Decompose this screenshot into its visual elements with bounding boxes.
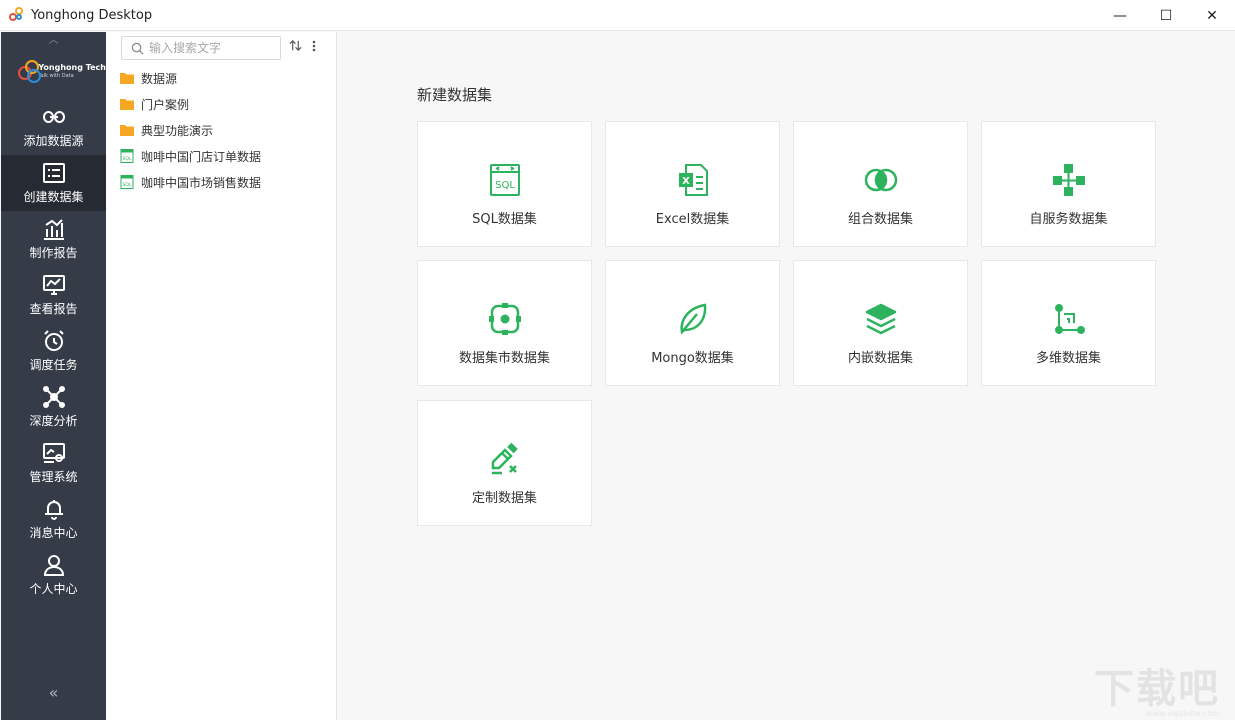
cube-axis-icon xyxy=(1054,304,1085,334)
nav-item-personal-center[interactable]: 个人中心 xyxy=(1,547,106,603)
svg-text:X: X xyxy=(682,176,690,187)
leaf-icon xyxy=(679,303,706,335)
datamart-icon xyxy=(488,303,521,335)
nav-label: 创建数据集 xyxy=(23,190,84,204)
svg-text:SQL: SQL xyxy=(123,182,132,188)
nav-item-view-report[interactable]: 查看报告 xyxy=(1,267,106,323)
card-label: 定制数据集 xyxy=(471,491,537,506)
dataset-tree-panel: 数据源 门户案例 典型功能演示 SQL 咖啡中国门店订单数据 SQL 咖啡中国市… xyxy=(106,32,337,720)
main-sidebar: ︿ Yonghong Tech Talk with Data 添加数据源 创建数… xyxy=(1,32,106,720)
card-sql-dataset[interactable]: SQL SQL数据集 xyxy=(417,121,592,247)
watermark: 下载吧 xyxy=(1094,666,1220,712)
tree-item-folder[interactable]: 典型功能演示 xyxy=(120,117,261,143)
user-icon xyxy=(43,555,64,576)
folder-icon xyxy=(120,73,134,84)
card-label: 多维数据集 xyxy=(1035,351,1101,366)
nav-label: 查看报告 xyxy=(29,302,78,316)
tree-item-folder[interactable]: 门户案例 xyxy=(120,91,261,117)
main-content: 新建数据集 SQL SQL数据集 X Excel数据集 组合数据集 自服务数据集… xyxy=(337,32,1234,720)
watermark-url: www.xiazaiba.com xyxy=(1145,709,1220,718)
folder-icon xyxy=(120,99,134,110)
brand-logo: Yonghong Tech Talk with Data xyxy=(1,44,106,99)
close-button[interactable]: ✕ xyxy=(1189,0,1235,31)
nav-label: 个人中心 xyxy=(29,582,78,596)
page-title: 新建数据集 xyxy=(417,86,493,104)
title-bar: Yonghong Desktop — ☐ ✕ xyxy=(0,0,1235,31)
nav-label: 调度任务 xyxy=(29,358,78,372)
tree-item-dataset[interactable]: SQL 咖啡中国市场销售数据 xyxy=(120,169,261,195)
tree-item-label: 门户案例 xyxy=(141,97,190,112)
layers-icon xyxy=(865,303,896,335)
card-label: SQL数据集 xyxy=(472,212,537,227)
combine-icon xyxy=(864,168,897,192)
dataset-icon xyxy=(42,163,65,183)
flow-icon xyxy=(1052,164,1085,196)
nav-item-deep-analysis[interactable]: 深度分析 xyxy=(1,379,106,435)
nav-label: 深度分析 xyxy=(29,414,78,428)
tree-item-label: 咖啡中国门店订单数据 xyxy=(141,149,262,164)
svg-text:SQL: SQL xyxy=(123,156,132,162)
card-custom-dataset[interactable]: 定制数据集 xyxy=(417,400,592,526)
custom-edit-icon xyxy=(491,442,518,475)
nav-item-admin-system[interactable]: 管理系统 xyxy=(1,435,106,491)
nav-item-schedule-tasks[interactable]: 调度任务 xyxy=(1,323,106,379)
card-multidimensional-dataset[interactable]: 多维数据集 xyxy=(981,260,1156,386)
nav-label: 制作报告 xyxy=(29,246,78,260)
tree-item-label: 咖啡中国市场销售数据 xyxy=(141,175,262,190)
nav-label: 管理系统 xyxy=(29,470,78,484)
svg-text:SQL: SQL xyxy=(495,180,515,191)
monitor-chart-icon xyxy=(42,275,65,295)
collapse-sidebar-button[interactable]: « xyxy=(1,683,106,702)
bar-chart-icon xyxy=(43,219,64,240)
card-label: 自服务数据集 xyxy=(1029,212,1108,227)
search-input[interactable] xyxy=(149,41,269,55)
yonghong-logo-icon xyxy=(18,59,41,84)
card-combined-dataset[interactable]: 组合数据集 xyxy=(793,121,968,247)
logo-name: Yonghong Tech xyxy=(38,63,106,72)
nav-label: 消息中心 xyxy=(29,526,78,540)
excel-icon: X xyxy=(678,164,708,196)
sort-icon[interactable] xyxy=(289,39,302,55)
card-self-service-dataset[interactable]: 自服务数据集 xyxy=(981,121,1156,247)
link-icon xyxy=(42,111,65,123)
card-label: Excel数据集 xyxy=(655,212,730,227)
card-excel-dataset[interactable]: X Excel数据集 xyxy=(605,121,780,247)
tree-item-label: 数据源 xyxy=(141,71,178,86)
alarm-clock-icon xyxy=(43,330,64,351)
network-icon xyxy=(42,386,65,408)
card-label: 组合数据集 xyxy=(847,212,913,227)
sql-file-icon: SQL xyxy=(120,175,134,189)
card-embedded-dataset[interactable]: 内嵌数据集 xyxy=(793,260,968,386)
bell-icon xyxy=(44,500,63,520)
nav-item-message-center[interactable]: 消息中心 xyxy=(1,491,106,547)
app-logo-icon xyxy=(9,7,25,23)
tree-search-box[interactable] xyxy=(121,36,281,60)
tree-item-dataset[interactable]: SQL 咖啡中国门店订单数据 xyxy=(120,143,261,169)
tree-item-folder[interactable]: 数据源 xyxy=(120,65,261,91)
scroll-up-chevron-icon[interactable]: ︿ xyxy=(1,32,106,46)
sql-file-icon: SQL xyxy=(120,149,134,163)
nav-label: 添加数据源 xyxy=(23,134,84,148)
maximize-button[interactable]: ☐ xyxy=(1143,0,1189,31)
logo-tagline: Talk with Data xyxy=(38,73,74,79)
card-datamart-dataset[interactable]: 数据集市数据集 xyxy=(417,260,592,386)
folder-icon xyxy=(120,125,134,136)
nav-item-add-datasource[interactable]: 添加数据源 xyxy=(1,99,106,155)
nav-item-make-report[interactable]: 制作报告 xyxy=(1,211,106,267)
tree-list: 数据源 门户案例 典型功能演示 SQL 咖啡中国门店订单数据 SQL 咖啡中国市… xyxy=(120,65,261,195)
card-label: 数据集市数据集 xyxy=(458,351,550,366)
search-icon xyxy=(131,42,144,55)
sql-icon: SQL xyxy=(489,164,520,196)
card-mongo-dataset[interactable]: Mongo数据集 xyxy=(605,260,780,386)
minimize-button[interactable]: — xyxy=(1097,0,1143,31)
card-label: Mongo数据集 xyxy=(651,351,734,366)
settings-screen-icon xyxy=(42,443,65,463)
nav-item-create-dataset[interactable]: 创建数据集 xyxy=(1,155,106,211)
card-label: 内嵌数据集 xyxy=(847,351,913,366)
tree-item-label: 典型功能演示 xyxy=(141,123,214,138)
more-options-icon[interactable] xyxy=(312,40,316,55)
window-title: Yonghong Desktop xyxy=(31,7,153,23)
